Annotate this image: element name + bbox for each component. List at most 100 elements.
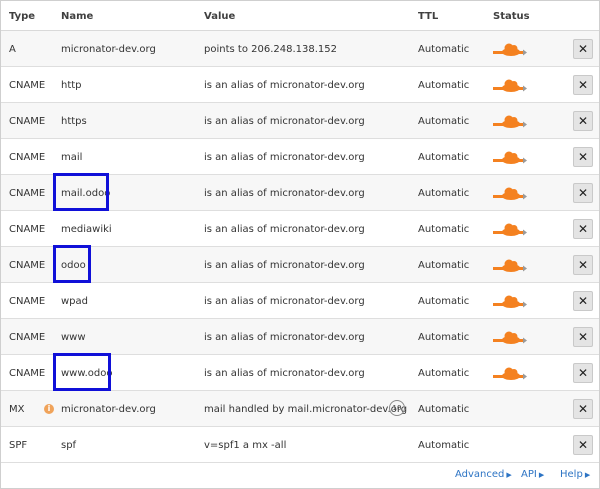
record-name[interactable]: www (61, 332, 86, 343)
record-ttl[interactable]: Automatic (418, 368, 469, 379)
table-row[interactable]: CNAME www is an alias of micronator-dev.or… (1, 319, 599, 355)
record-value[interactable]: is an alias of micronator-dev.org (204, 224, 365, 235)
record-type: CNAME (9, 152, 46, 163)
table-row[interactable]: CNAME https is an alias of micronator-dev.… (1, 103, 599, 139)
record-name[interactable]: mediawiki (61, 224, 112, 235)
delete-button[interactable]: ✕ (573, 399, 593, 419)
info-icon[interactable]: i (44, 404, 54, 414)
delete-button[interactable]: ✕ (573, 291, 593, 311)
delete-button[interactable]: ✕ (573, 363, 593, 383)
highlight-box (53, 245, 91, 283)
header-type: Type (9, 11, 36, 22)
record-value[interactable]: is an alias of micronator-dev.org (204, 332, 365, 343)
api-link[interactable]: API ▶ (521, 469, 544, 480)
record-value[interactable]: is an alias of micronator-dev.org (204, 116, 365, 127)
delete-button[interactable]: ✕ (573, 255, 593, 275)
highlight-box (53, 173, 109, 211)
help-link-label: Help (560, 469, 583, 480)
header-value: Value (204, 11, 236, 22)
delete-button[interactable]: ✕ (573, 219, 593, 239)
record-ttl[interactable]: Automatic (418, 404, 469, 415)
table-row[interactable]: MX micronator-dev.org i mail handled by mai… (1, 391, 599, 427)
record-name[interactable]: mail (61, 152, 82, 163)
cloud-proxied-icon[interactable] (493, 78, 527, 94)
record-value[interactable]: is an alias of micronator-dev.org (204, 80, 365, 91)
record-ttl[interactable]: Automatic (418, 152, 469, 163)
record-name[interactable]: wpad (61, 296, 88, 307)
close-icon: ✕ (577, 330, 589, 344)
record-ttl[interactable]: Automatic (418, 80, 469, 91)
close-icon: ✕ (577, 438, 589, 452)
close-icon: ✕ (577, 78, 589, 92)
record-ttl[interactable]: Automatic (418, 44, 469, 55)
table-row[interactable]: CNAME mediawiki is an alias of micronator-… (1, 211, 599, 247)
record-value[interactable]: mail handled by mail.micronator-dev.org (204, 404, 407, 415)
record-value[interactable]: points to 206.248.138.152 (204, 44, 337, 55)
close-icon: ✕ (577, 42, 589, 56)
chevron-right-icon: ▶ (584, 471, 591, 479)
record-value[interactable]: is an alias of micronator-dev.org (204, 260, 365, 271)
record-ttl[interactable]: Automatic (418, 116, 469, 127)
record-name[interactable]: http (61, 80, 82, 91)
record-value[interactable]: is an alias of micronator-dev.org (204, 188, 365, 199)
cloud-proxied-icon[interactable] (493, 42, 527, 58)
cloud-proxied-icon[interactable] (493, 222, 527, 238)
table-row[interactable]: SPF spf v=spf1 a mx -all Automatic ✕ (1, 427, 599, 463)
record-value[interactable]: is an alias of micronator-dev.org (204, 296, 365, 307)
cloud-proxied-icon[interactable] (493, 150, 527, 166)
cloud-proxied-icon[interactable] (493, 366, 527, 382)
priority-badge[interactable]: 10 (389, 400, 405, 416)
delete-button[interactable]: ✕ (573, 183, 593, 203)
record-ttl[interactable]: Automatic (418, 332, 469, 343)
cloud-icon-svg (493, 259, 527, 272)
table-header: Type Name Value TTL Status (1, 1, 599, 31)
record-ttl[interactable]: Automatic (418, 224, 469, 235)
record-type: CNAME (9, 224, 46, 235)
cloud-proxied-icon[interactable] (493, 330, 527, 346)
record-type: SPF (9, 440, 28, 451)
record-name[interactable]: micronator-dev.org (61, 44, 156, 55)
cloud-icon-svg (493, 79, 527, 92)
delete-button[interactable]: ✕ (573, 327, 593, 347)
table-row[interactable]: CNAME odoo is an alias of micronator-dev.o… (1, 245, 599, 283)
table-row[interactable]: CNAME http is an alias of micronator-dev.o… (1, 67, 599, 103)
chevron-right-icon: ▶ (506, 471, 512, 479)
cloud-icon-svg (493, 295, 527, 308)
record-value[interactable]: is an alias of micronator-dev.org (204, 152, 365, 163)
help-link[interactable]: Help ▶ (560, 469, 590, 480)
table-row[interactable]: CNAME mail is an alias of micronator-dev.o… (1, 139, 599, 175)
advanced-link[interactable]: Advanced ▶ (455, 469, 512, 480)
record-ttl[interactable]: Automatic (418, 188, 469, 199)
record-name[interactable]: https (61, 116, 87, 127)
delete-button[interactable]: ✕ (573, 147, 593, 167)
close-icon: ✕ (577, 222, 589, 236)
table-row[interactable]: CNAME mail.odoo is an alias of micronator-… (1, 173, 599, 211)
delete-button[interactable]: ✕ (573, 39, 593, 59)
record-value[interactable]: is an alias of micronator-dev.org (204, 368, 365, 379)
record-value[interactable]: v=spf1 a mx -all (204, 440, 286, 451)
record-name[interactable]: spf (61, 440, 76, 451)
api-link-label: API (521, 469, 537, 480)
cloud-proxied-icon[interactable] (493, 186, 527, 202)
record-type: MX (9, 404, 25, 415)
record-ttl[interactable]: Automatic (418, 260, 469, 271)
cloud-proxied-icon[interactable] (493, 294, 527, 310)
table-row[interactable]: CNAME www.odoo is an alias of micronator-d… (1, 353, 599, 391)
dns-records-panel: Type Name Value TTL Status Amicronator-d… (0, 0, 600, 489)
table-row[interactable]: Amicronator-dev.org points to 206.248.138… (1, 31, 599, 67)
close-icon: ✕ (577, 366, 589, 380)
table-row[interactable]: CNAME wpad is an alias of micronator-dev.o… (1, 283, 599, 319)
record-type: CNAME (9, 260, 46, 271)
delete-button[interactable]: ✕ (573, 111, 593, 131)
delete-button[interactable]: ✕ (573, 435, 593, 455)
close-icon: ✕ (577, 294, 589, 308)
cloud-proxied-icon[interactable] (493, 114, 527, 130)
record-ttl[interactable]: Automatic (418, 296, 469, 307)
delete-button[interactable]: ✕ (573, 75, 593, 95)
record-ttl[interactable]: Automatic (418, 440, 469, 451)
record-name[interactable]: micronator-dev.org (61, 404, 156, 415)
cloud-icon-svg (493, 43, 527, 56)
record-type: A (9, 44, 16, 55)
header-name: Name (61, 11, 94, 22)
cloud-proxied-icon[interactable] (493, 258, 527, 274)
